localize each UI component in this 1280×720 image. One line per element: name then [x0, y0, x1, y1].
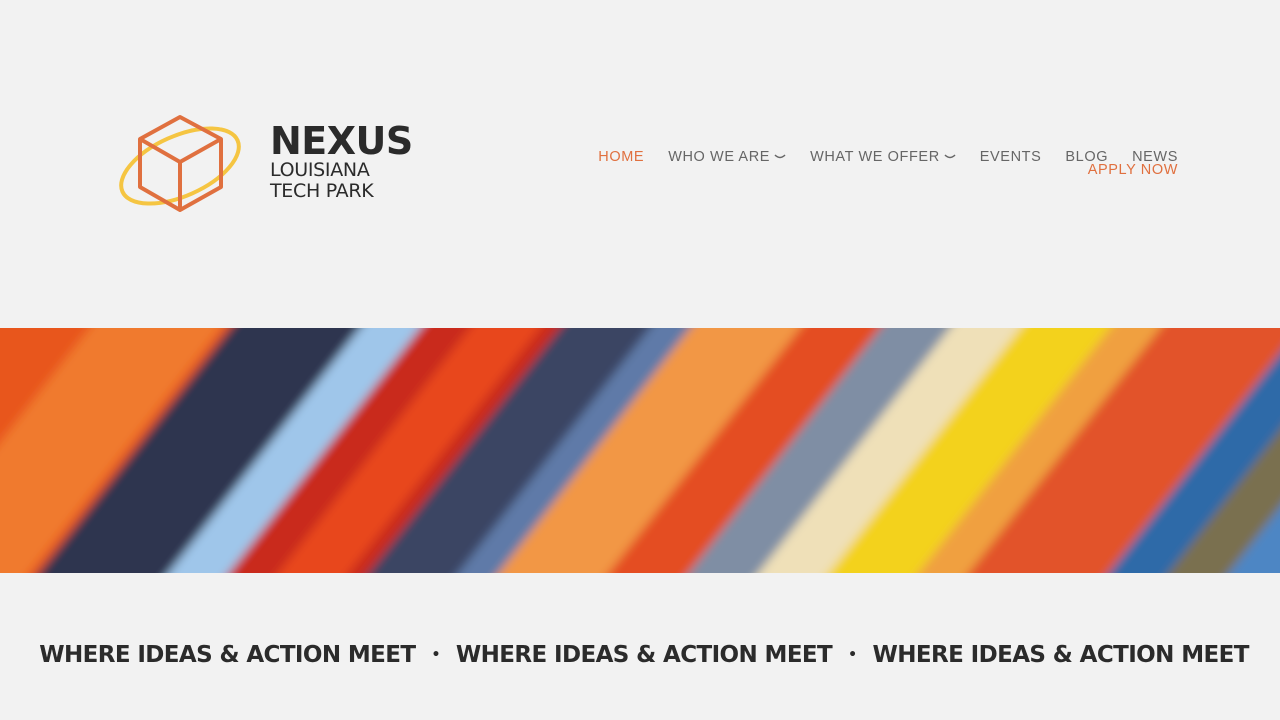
- main-nav: HOME WHO WE ARE WHAT WE OFFER EVENTS BLOG NEW…: [598, 149, 1178, 177]
- nav-item-label: WHO WE ARE: [668, 149, 771, 165]
- logo-subtitle-line1: LOUISIANA: [270, 159, 370, 181]
- nav-item-events[interactable]: EVENTS: [980, 149, 1042, 165]
- nav-item-who-we-are[interactable]: WHO WE ARE: [668, 149, 786, 165]
- tagline-separator: •: [431, 647, 440, 663]
- nav-item-home[interactable]: HOME: [598, 149, 644, 165]
- site-header: NEXUS LOUISIANA TECH PARK HOME WHO WE ARE…: [0, 0, 1280, 328]
- chevron-down-icon: [774, 154, 786, 159]
- site-logo[interactable]: NEXUS LOUISIANA TECH PARK: [118, 112, 418, 216]
- nav-item-label: HOME: [598, 149, 645, 165]
- tagline: WHERE IDEAS & ACTION MEET • WHERE IDEAS & …: [0, 642, 1280, 668]
- logo-wordmark: NEXUS LOUISIANA TECH PARK: [270, 122, 413, 202]
- hero-banner-image: [0, 328, 1280, 573]
- apply-now-link[interactable]: APPLY NOW: [598, 163, 1178, 178]
- nav-item-what-we-offer[interactable]: WHAT WE OFFER: [810, 149, 956, 165]
- nav-item-label: WHAT WE OFFER: [810, 149, 940, 165]
- cube-ring-logo-icon: [119, 115, 241, 212]
- tagline-separator: •: [848, 647, 857, 663]
- chevron-down-icon: [944, 154, 956, 159]
- tagline-phrase: WHERE IDEAS & ACTION MEET: [39, 642, 416, 668]
- tagline-phrase: WHERE IDEAS & ACTION MEET: [455, 642, 833, 668]
- logo-title: NEXUS: [270, 119, 413, 163]
- nav-item-label: EVENTS: [979, 149, 1042, 165]
- logo-subtitle-line2: TECH PARK: [270, 180, 374, 202]
- tagline-phrase: WHERE IDEAS & ACTION MEET: [872, 642, 1250, 668]
- colorful-cables-image: [0, 328, 1280, 573]
